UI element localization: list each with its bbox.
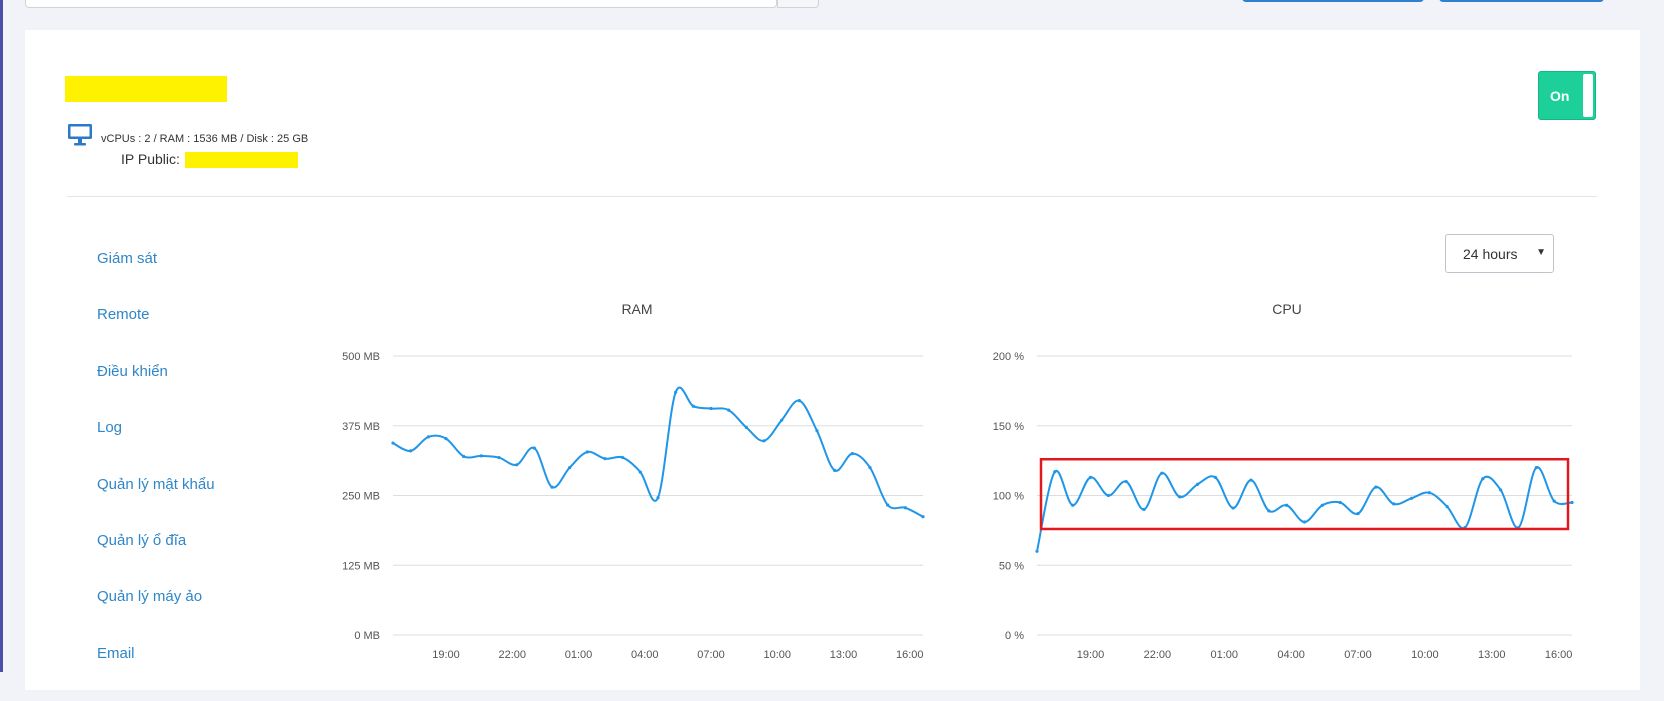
cpu-x-tick-label: 22:00 xyxy=(1144,649,1172,661)
cpu-data-point xyxy=(1142,507,1146,512)
cpu-x-tick-label: 16:00 xyxy=(1545,649,1573,661)
ram-data-point xyxy=(903,506,907,510)
ram-data-point xyxy=(744,425,748,430)
ram-x-tick-label: 10:00 xyxy=(763,649,791,661)
cpu-x-tick-label: 04:00 xyxy=(1277,649,1305,661)
cpu-data-point xyxy=(1231,506,1235,510)
cpu-data-point xyxy=(1409,496,1414,500)
cpu-data-point xyxy=(1552,499,1556,503)
ram-data-point xyxy=(532,446,536,450)
ram-data-point xyxy=(462,454,466,459)
cpu-y-tick-label: 100 % xyxy=(993,491,1024,503)
cpu-data-point xyxy=(1338,500,1342,505)
ram-y-tick-label: 125 MB xyxy=(342,560,380,572)
ram-data-point xyxy=(550,485,554,489)
ram-x-tick-label: 13:00 xyxy=(830,649,858,661)
charts-canvas: RAM 0 MB 125 MB 250 MB 375 MB 500 MB 19:00 22:0… xyxy=(342,301,1574,661)
ram-data-point xyxy=(603,457,607,461)
ram-data-point xyxy=(568,466,572,470)
cpu-x-tick-label: 10:00 xyxy=(1411,649,1439,661)
cpu-data-point xyxy=(1249,478,1253,482)
cpu-data-point xyxy=(1356,512,1360,516)
ram-data-point xyxy=(515,463,519,467)
cpu-data-point xyxy=(1570,500,1574,505)
ram-data-point xyxy=(691,404,695,408)
ram-data-point xyxy=(391,441,395,445)
cpu-x-tick-label: 01:00 xyxy=(1210,649,1238,661)
cpu-chart-title: CPU xyxy=(1272,301,1302,317)
cpu-highlight-box xyxy=(1039,457,1570,531)
ram-x-tick-label: 22:00 xyxy=(498,649,526,661)
cpu-data-point xyxy=(1213,475,1217,479)
ram-data-point xyxy=(497,455,501,460)
ram-x-tick-label: 01:00 xyxy=(565,649,593,661)
ram-data-point xyxy=(762,439,766,443)
ram-data-point xyxy=(426,435,430,439)
cpu-data-point xyxy=(1124,479,1128,484)
ram-data-point xyxy=(638,470,642,474)
cpu-data-point xyxy=(1534,466,1538,470)
cpu-data-point xyxy=(1374,485,1378,489)
cpu-data-point xyxy=(1392,502,1396,506)
cpu-data-point xyxy=(1302,520,1307,524)
ram-y-tick-label: 500 MB xyxy=(342,351,380,363)
ram-y-tick-label: 250 MB xyxy=(342,491,380,503)
cpu-series-line xyxy=(1036,466,1573,552)
cpu-data-point xyxy=(1320,503,1324,507)
ram-data-point xyxy=(921,515,925,519)
ram-data-point xyxy=(621,455,625,460)
cpu-x-tick-label: 07:00 xyxy=(1344,649,1372,661)
cpu-data-point xyxy=(1427,491,1431,495)
cpu-y-tick-label: 150 % xyxy=(993,421,1024,433)
cpu-data-point xyxy=(1195,482,1200,486)
cpu-data-point xyxy=(1088,475,1093,479)
ram-x-tick-label: 04:00 xyxy=(631,649,659,661)
ram-data-point xyxy=(780,418,784,422)
cpu-data-point xyxy=(1035,549,1039,553)
cpu-data-point xyxy=(1499,488,1503,492)
cpu-data-point xyxy=(1106,493,1110,498)
cpu-data-point xyxy=(1053,470,1057,474)
cpu-x-tick-label: 19:00 xyxy=(1077,649,1105,661)
ram-y-tick-label: 0 MB xyxy=(354,630,380,642)
cpu-data-point xyxy=(1178,495,1182,499)
ram-data-point xyxy=(886,503,890,507)
ram-x-tick-label: 19:00 xyxy=(432,649,460,661)
cpu-data-point xyxy=(1445,505,1449,509)
ram-data-point xyxy=(709,406,713,411)
ram-data-point xyxy=(833,468,837,472)
cpu-data-point xyxy=(1071,503,1075,507)
ram-data-point xyxy=(727,408,731,412)
ram-x-tick-label: 07:00 xyxy=(697,649,725,661)
ram-data-point xyxy=(850,452,854,456)
ram-x-tick-label: 16:00 xyxy=(896,649,924,661)
cpu-y-tick-label: 0 % xyxy=(1005,630,1024,642)
cpu-data-point xyxy=(1160,471,1164,475)
cpu-x-tick-label: 13:00 xyxy=(1478,649,1506,661)
ram-data-point xyxy=(674,390,678,394)
ram-data-point xyxy=(868,466,872,470)
ram-data-point xyxy=(409,449,413,453)
cpu-data-point xyxy=(1267,509,1271,513)
ram-data-point xyxy=(479,454,483,458)
cpu-y-tick-label: 200 % xyxy=(993,351,1024,363)
ram-data-point xyxy=(444,436,448,441)
cpu-data-point xyxy=(1285,503,1289,507)
ram-data-point xyxy=(797,399,801,403)
ram-data-point xyxy=(815,429,819,433)
ram-chart-title: RAM xyxy=(621,301,652,317)
ram-data-point xyxy=(585,450,589,454)
ram-y-tick-label: 375 MB xyxy=(342,421,380,433)
cpu-data-point xyxy=(1481,477,1485,481)
cpu-y-tick-label: 50 % xyxy=(999,560,1024,572)
ram-data-point xyxy=(656,496,660,500)
